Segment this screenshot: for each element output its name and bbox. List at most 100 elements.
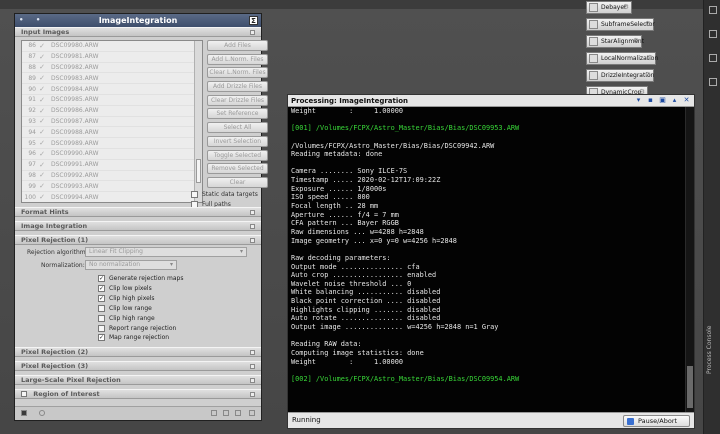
checkbox-icon[interactable]	[98, 304, 105, 312]
generate-rejection-maps-checkbox[interactable]: ✓ Generate rejection maps	[98, 275, 183, 282]
file-list-row[interactable]: 90 ✓ DSC09984.ARW	[22, 84, 202, 95]
section-large-scale-rejection[interactable]: Large-Scale Pixel Rejection	[15, 375, 261, 385]
browse-documentation-icon[interactable]	[211, 410, 217, 416]
process-icon-debayer[interactable]: Debayer ⚙	[586, 1, 632, 14]
file-list-row[interactable]: 99 ✓ DSC09993.ARW	[22, 181, 202, 193]
section-image-integration[interactable]: Image Integration	[15, 221, 261, 231]
window-menu-dots[interactable]: • •	[19, 14, 45, 27]
section-format-hints[interactable]: Format Hints	[15, 207, 261, 217]
file-list-row[interactable]: 94 ✓ DSC09988.ARW	[22, 127, 202, 139]
preferences-icon[interactable]	[249, 410, 255, 416]
clear-l-norm-files-button[interactable]: Clear L.Norm. Files	[207, 67, 268, 79]
console-scrollbar[interactable]	[685, 107, 694, 412]
toolbar-icon[interactable]	[709, 6, 717, 14]
toolbar-icon[interactable]	[709, 54, 717, 62]
file-list-row[interactable]: 92 ✓ DSC09986.ARW	[22, 106, 202, 117]
shade-icon[interactable]: ▾	[634, 96, 643, 105]
file-list-row[interactable]: 91 ✓ DSC09985.ARW	[22, 95, 202, 106]
toolbar-icon[interactable]	[709, 30, 717, 38]
process-icon-subframeselector[interactable]: SubframeSelector ⚙	[586, 18, 655, 31]
gear-icon[interactable]: ⚙	[645, 19, 651, 30]
check-icon[interactable]: ✓	[36, 139, 48, 147]
check-icon[interactable]: ✓	[36, 74, 48, 82]
check-icon[interactable]: ✓	[36, 182, 48, 190]
checkbox-icon[interactable]: ✓	[98, 294, 105, 302]
section-pixel-rejection-2[interactable]: Pixel Rejection (2)	[15, 347, 261, 357]
console-title-bar[interactable]: Processing: ImageIntegration ▾ ▪ ▣ ▴ ✕	[288, 95, 694, 107]
report-range-rejection-checkbox[interactable]: Report range rejection	[98, 324, 176, 332]
float-icon[interactable]: ▣	[658, 96, 667, 105]
set-reference-button[interactable]: Set Reference	[207, 108, 268, 120]
gear-icon[interactable]: ⚙	[647, 53, 653, 64]
checkbox-icon[interactable]: ✓	[98, 334, 105, 342]
file-list-row[interactable]: 98 ✓ DSC09992.ARW	[22, 171, 202, 182]
section-pixel-rejection-1[interactable]: Pixel Rejection (1)	[15, 235, 261, 245]
checkbox-icon[interactable]: ✓	[98, 275, 105, 282]
apply-global-icon[interactable]	[39, 410, 45, 416]
gear-icon[interactable]: ⚙	[633, 36, 639, 47]
checkbox-icon[interactable]	[98, 324, 105, 332]
check-icon[interactable]: ✓	[36, 150, 48, 158]
minimize-icon[interactable]: ▪	[646, 96, 655, 105]
checkbox-icon[interactable]: ✓	[98, 284, 105, 292]
checkbox-icon[interactable]	[98, 314, 105, 322]
process-icon-drizzleintegration[interactable]: DrizzleIntegration ⚙	[586, 69, 654, 82]
pause-abort-button[interactable]: Pause/Abort	[623, 415, 690, 427]
clip-high-range-checkbox[interactable]: Clip high range	[98, 314, 155, 322]
roi-checkbox[interactable]	[21, 391, 27, 397]
add-files-button[interactable]: Add Files	[207, 40, 268, 51]
sigma-icon[interactable]: Σ	[249, 16, 258, 25]
check-icon[interactable]: ✓	[36, 63, 48, 71]
collapse-icon[interactable]	[250, 238, 255, 243]
file-list[interactable]: 86 ✓ DSC09980.ARW 87 ✓ DSC09981.ARW 88 ✓ DSC0998…	[21, 40, 203, 203]
file-list-row[interactable]: 97 ✓ DSC09991.ARW	[22, 160, 202, 171]
collapse-icon[interactable]	[250, 224, 255, 229]
file-list-row[interactable]: 87 ✓ DSC09981.ARW	[22, 52, 202, 63]
rejection-algorithm-select[interactable]: Linear Fit Clipping ▾	[85, 247, 247, 257]
select-all-button[interactable]: Select All	[207, 122, 268, 134]
reset-icon[interactable]	[223, 410, 229, 416]
file-list-row[interactable]: 96 ✓ DSC09990.ARW	[22, 149, 202, 160]
toggle-selected-button[interactable]: Toggle Selected	[207, 149, 268, 161]
clear-drizzle-files-button[interactable]: Clear Drizzle Files	[207, 94, 268, 106]
static-data-targets-checkbox[interactable]: Static data targets	[191, 191, 258, 198]
section-region-of-interest[interactable]: Region of Interest	[15, 389, 261, 399]
edit-icon[interactable]	[235, 410, 241, 416]
gear-icon[interactable]: ⚙	[645, 70, 651, 81]
file-list-row[interactable]: 95 ✓ DSC09989.ARW	[22, 138, 202, 149]
collapse-icon[interactable]	[250, 378, 255, 383]
console-output[interactable]: Weight : 1.00000 [001] /Volumes/FCPX/Astr…	[288, 107, 685, 412]
check-icon[interactable]: ✓	[36, 42, 48, 50]
gear-icon[interactable]: ⚙	[623, 2, 629, 13]
collapse-icon[interactable]	[250, 364, 255, 369]
collapse-icon[interactable]	[250, 210, 255, 215]
check-icon[interactable]: ✓	[36, 85, 48, 93]
add-drizzle-files-button[interactable]: Add Drizzle Files	[207, 81, 268, 93]
check-icon[interactable]: ✓	[36, 161, 48, 169]
map-range-rejection-checkbox[interactable]: ✓ Map range rejection	[98, 334, 169, 342]
check-icon[interactable]: ✓	[36, 107, 48, 115]
window-title-bar[interactable]: • • ImageIntegration Σ	[15, 14, 261, 27]
clear-button[interactable]: Clear	[207, 176, 268, 188]
process-icon-staralignment[interactable]: StarAlignment ⚙	[586, 35, 644, 48]
check-icon[interactable]: ✓	[36, 96, 48, 104]
invert-selection-button[interactable]: Invert Selection	[207, 135, 268, 147]
expand-icon[interactable]: ▴	[670, 96, 679, 105]
check-icon[interactable]: ✓	[36, 193, 48, 201]
checkbox-icon[interactable]	[191, 191, 198, 198]
collapse-icon[interactable]	[250, 392, 255, 397]
collapse-icon[interactable]	[250, 30, 255, 35]
section-pixel-rejection-3[interactable]: Pixel Rejection (3)	[15, 361, 261, 371]
clip-high-pixels-checkbox[interactable]: ✓ Clip high pixels	[98, 294, 155, 302]
clip-low-pixels-checkbox[interactable]: ✓ Clip low pixels	[98, 284, 152, 292]
file-list-scrollbar[interactable]	[194, 41, 202, 202]
check-icon[interactable]: ✓	[36, 171, 48, 179]
process-icon-localnormalization[interactable]: LocalNormalization ⚙	[586, 52, 658, 65]
file-list-row[interactable]: 89 ✓ DSC09983.ARW	[22, 73, 202, 85]
file-list-row[interactable]: 86 ✓ DSC09980.ARW	[22, 41, 202, 52]
file-list-row[interactable]: 93 ✓ DSC09987.ARW	[22, 117, 202, 128]
normalization-select[interactable]: No normalization ▾	[85, 260, 177, 270]
scrollbar-thumb[interactable]	[687, 366, 693, 408]
new-instance-icon[interactable]	[21, 410, 27, 416]
check-icon[interactable]: ✓	[36, 53, 48, 61]
